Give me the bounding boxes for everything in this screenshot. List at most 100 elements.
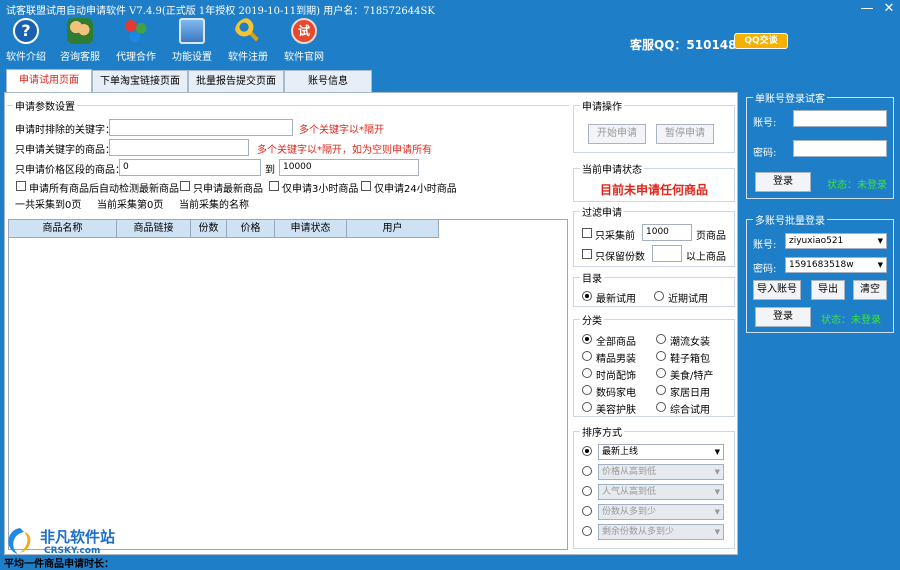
pages-input[interactable]: 1000	[642, 224, 692, 241]
multi-password-value: 1591683518w	[789, 260, 854, 270]
copies-input[interactable]	[652, 245, 682, 262]
catalog-recent-radio[interactable]	[654, 291, 664, 301]
apply-status-text: 目前未申请任何商品	[600, 183, 709, 197]
include-keyword-input[interactable]	[109, 139, 249, 156]
only-24h-checkbox[interactable]	[361, 181, 371, 191]
sort-radio[interactable]	[582, 486, 592, 496]
only-3h-checkbox[interactable]	[269, 181, 279, 191]
toolbar-support-button[interactable]: 咨询客服	[54, 18, 106, 63]
column-header[interactable]: 份数	[191, 220, 227, 238]
toolbar-website-button[interactable]: 试 软件官网	[278, 18, 330, 63]
question-icon: ?	[13, 18, 39, 44]
category-label: 家居日用	[670, 388, 710, 399]
exclude-hint: 多个关键字以*隔开	[299, 125, 384, 136]
category-radio[interactable]	[656, 368, 666, 378]
category-label: 时尚配饰	[596, 371, 636, 382]
sort-option-text: 剩余份数从多到少	[602, 527, 675, 537]
category-radio[interactable]	[656, 351, 666, 361]
auto-check-newest-label: 申请所有商品后自动检测最新商品	[29, 184, 179, 195]
auto-check-newest-checkbox[interactable]	[16, 181, 26, 191]
main-panel: 申请参数设置 申请时排除的关键字： 多个关键字以*隔开 只申请关键字的商品： 多…	[4, 92, 738, 555]
toolbar-register-button[interactable]: 软件注册	[222, 18, 274, 63]
sort-radio[interactable]	[582, 446, 592, 456]
exclude-keyword-input[interactable]	[109, 119, 293, 136]
multi-account-select[interactable]: ziyuxiao521 ▼	[785, 233, 887, 249]
single-account-input[interactable]	[793, 110, 887, 127]
account-label: 账号:	[753, 240, 777, 251]
price-label: 只申请价格区段的商品：	[15, 165, 125, 176]
tab-apply[interactable]: 申请试用页面	[6, 69, 92, 93]
catalog-title: 目录	[580, 270, 604, 285]
current-page-text: 当前采集第0页	[97, 200, 164, 211]
toolbar-label: 软件介绍	[6, 52, 46, 63]
column-header[interactable]: 价格	[227, 220, 275, 238]
sort-select[interactable]: 份数从多到少 ▼	[598, 504, 724, 520]
toolbar-intro-button[interactable]: ? 软件介绍	[0, 18, 52, 63]
sort-radio[interactable]	[582, 506, 592, 516]
chevron-down-icon: ▼	[714, 508, 720, 516]
toolbar-label: 功能设置	[172, 52, 212, 63]
sort-radio[interactable]	[582, 526, 592, 536]
chevron-down-icon: ▼	[714, 528, 720, 536]
exclude-label: 申请时排除的关键字：	[15, 125, 115, 136]
only-24h-label: 仅申请24小时商品	[374, 184, 457, 195]
close-button[interactable]: ✕	[878, 0, 900, 18]
multi-password-select[interactable]: 1591683518w ▼	[785, 257, 887, 273]
column-header[interactable]: 商品链接	[117, 220, 191, 238]
sort-title: 排序方式	[580, 424, 624, 439]
category-radio[interactable]	[582, 368, 592, 378]
category-radio[interactable]	[582, 385, 592, 395]
sort-select[interactable]: 最新上线 ▼	[598, 444, 724, 460]
params-group: 申请参数设置 申请时排除的关键字： 多个关键字以*隔开 只申请关键字的商品： 多…	[7, 98, 569, 213]
sort-select[interactable]: 人气从高到低 ▼	[598, 484, 724, 500]
single-password-input[interactable]	[793, 140, 887, 157]
price-min-input[interactable]: 0	[119, 159, 261, 176]
pause-apply-button[interactable]: 暂停申请	[656, 124, 714, 144]
minimize-button[interactable]: —	[856, 0, 878, 18]
operation-group: 申请操作 开始申请 暂停申请	[573, 98, 735, 153]
only-newest-checkbox[interactable]	[180, 181, 190, 191]
tab-taobao-links[interactable]: 下单淘宝链接页面	[92, 70, 188, 92]
column-header[interactable]: 商品名称	[9, 220, 117, 238]
category-radio[interactable]	[582, 334, 592, 344]
only-pages-checkbox[interactable]	[582, 228, 592, 238]
pages-unit-label: 页商品	[696, 231, 726, 242]
column-header[interactable]: 用户	[347, 220, 439, 238]
category-radio[interactable]	[656, 334, 666, 344]
toolbar-label: 软件注册	[228, 52, 268, 63]
column-header[interactable]: 申请状态	[275, 220, 347, 238]
category-label: 精品男装	[596, 354, 636, 365]
clear-button[interactable]: 清空	[853, 280, 887, 300]
min-copies-checkbox[interactable]	[582, 249, 592, 259]
import-accounts-button[interactable]: 导入账号	[753, 280, 801, 300]
export-button[interactable]: 导出	[811, 280, 845, 300]
tab-batch-report[interactable]: 批量报告提交页面	[188, 70, 284, 92]
catalog-newest-radio[interactable]	[582, 291, 592, 301]
chevron-down-icon: ▼	[714, 468, 720, 476]
params-title: 申请参数设置	[13, 98, 77, 113]
share-icon	[123, 18, 149, 44]
tab-bar: 申请试用页面 下单淘宝链接页面 批量报告提交页面 账号信息	[6, 69, 372, 93]
include-hint: 多个关键字以*隔开，如为空则申请所有	[257, 145, 432, 156]
watermark-logo: 非凡软件站 CRSKY.com	[2, 520, 142, 560]
start-apply-button[interactable]: 开始申请	[588, 124, 646, 144]
watermark-name: 非凡软件站	[40, 528, 116, 546]
category-radio[interactable]	[582, 351, 592, 361]
multi-login-button[interactable]: 登录	[755, 307, 811, 327]
single-login-button[interactable]: 登录	[755, 172, 811, 192]
toolbar-settings-button[interactable]: 功能设置	[166, 18, 218, 63]
status-title: 当前申请状态	[580, 161, 644, 176]
price-max-input[interactable]: 10000	[279, 159, 419, 176]
sort-select[interactable]: 剩余份数从多到少 ▼	[598, 524, 724, 540]
sort-select[interactable]: 价格从高到低 ▼	[598, 464, 724, 480]
tab-account-info[interactable]: 账号信息	[284, 70, 372, 92]
category-label: 综合试用	[670, 405, 710, 416]
category-radio[interactable]	[656, 385, 666, 395]
product-table[interactable]: 商品名称 商品链接 份数 价格 申请状态 用户	[8, 219, 568, 550]
category-radio[interactable]	[582, 402, 592, 412]
filter-group: 过滤申请 只采集前 1000 页商品 只保留份数 以上商品	[573, 204, 735, 267]
sort-radio[interactable]	[582, 466, 592, 476]
toolbar-agent-button[interactable]: 代理合作	[110, 18, 162, 63]
qq-chat-button[interactable]: QQ交谈	[734, 33, 788, 49]
category-radio[interactable]	[656, 402, 666, 412]
